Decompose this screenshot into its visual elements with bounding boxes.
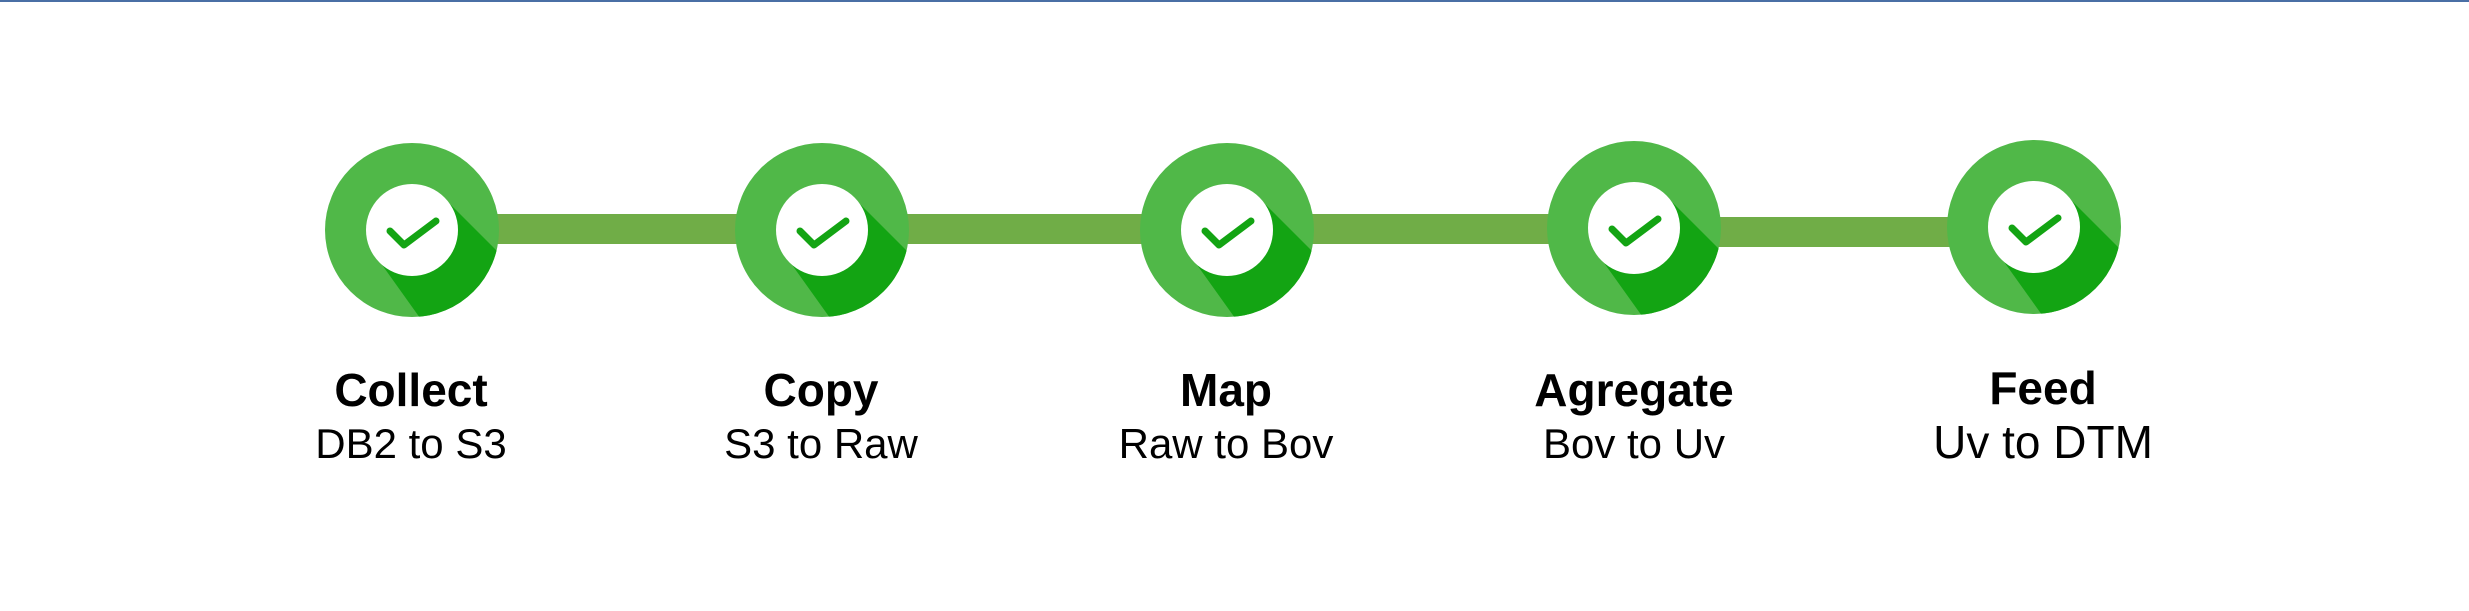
step-feed-label: Feed Uv to DTM (1883, 360, 2203, 468)
step-map-label: Map Raw to Bov (1066, 362, 1386, 470)
check-icon (735, 143, 909, 317)
top-border-line (0, 0, 2469, 2)
step-copy-subtitle: S3 to Raw (724, 420, 918, 467)
step-agregate-status-icon (1546, 140, 1722, 316)
connector-map-agregate (1310, 214, 1550, 244)
step-map-title: Map (1180, 364, 1272, 416)
step-copy-title: Copy (763, 364, 879, 416)
step-agregate-label: Agregate Bov to Uv (1474, 362, 1794, 470)
connector-collect-copy (494, 214, 740, 244)
step-agregate-subtitle: Bov to Uv (1542, 420, 1726, 467)
step-collect-status-icon (324, 142, 500, 318)
check-icon (325, 143, 499, 317)
check-icon (1140, 143, 1314, 317)
step-copy-status-icon (734, 142, 910, 318)
step-feed-subtitle: Uv to DTM (1933, 416, 2153, 468)
connector-agregate-feed (1716, 217, 1950, 247)
step-copy-label: Copy S3 to Raw (661, 362, 981, 470)
step-collect-subtitle: DB2 to S3 (315, 420, 507, 467)
step-collect-title: Collect (334, 364, 488, 416)
step-collect-label: Collect DB2 to S3 (251, 362, 571, 470)
step-feed-title: Feed (1989, 362, 2097, 414)
step-feed-status-icon (1946, 139, 2122, 315)
check-icon (1547, 141, 1721, 315)
step-map-status-icon (1139, 142, 1315, 318)
check-icon (1947, 140, 2121, 314)
step-agregate-title: Agregate (1534, 364, 1734, 416)
connector-copy-map (904, 214, 1144, 244)
step-map-subtitle: Raw to Bov (1118, 420, 1334, 467)
